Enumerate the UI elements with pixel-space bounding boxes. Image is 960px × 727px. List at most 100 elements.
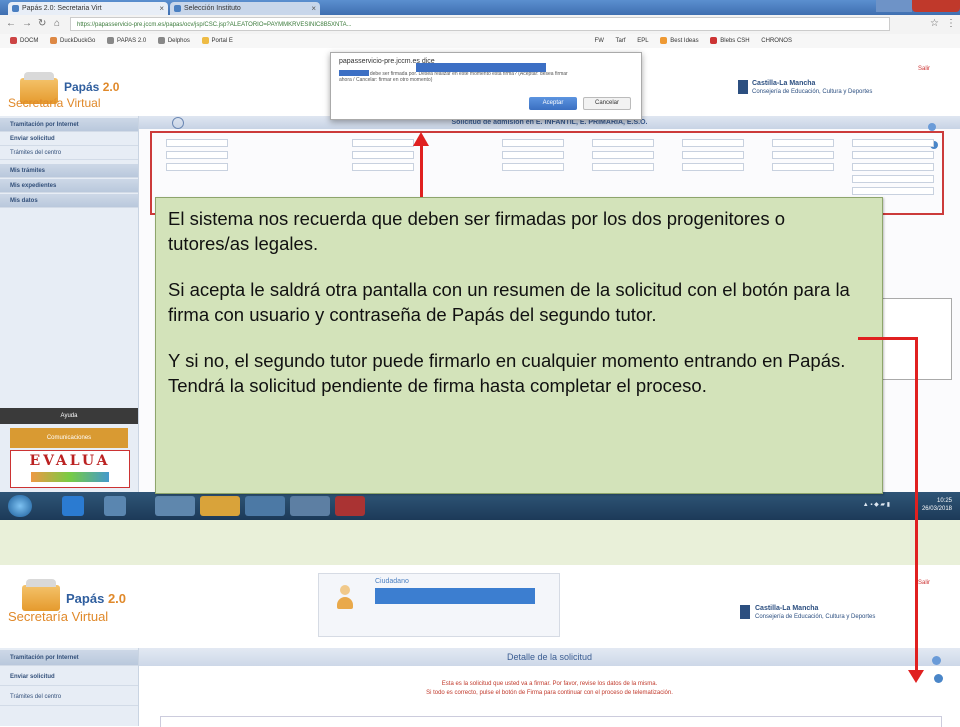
form-cell [852, 151, 934, 159]
redacted-name [339, 70, 369, 76]
form-cell [502, 139, 564, 147]
form-cell [852, 139, 934, 147]
star-icon[interactable]: ☆ [930, 18, 939, 29]
salir-link[interactable]: Salir [918, 580, 930, 586]
sidebar-item-mis-datos[interactable]: Mis datos [0, 194, 138, 208]
close-tab-icon[interactable]: × [311, 2, 316, 15]
salir-link[interactable]: Salir [918, 66, 930, 72]
back-circle-icon[interactable] [172, 117, 184, 129]
accept-button[interactable]: Aceptar [529, 97, 577, 110]
chrome-taskbar-icon[interactable] [200, 496, 240, 516]
bookmark-item[interactable]: CHRONOS [761, 34, 792, 48]
bookmark-item[interactable]: EPL [637, 34, 648, 48]
form-cell [502, 151, 564, 159]
browser-tab-label: Papás 2.0: Secretaria Virt [22, 5, 102, 12]
ayuda-button[interactable]: Ayuda [0, 408, 138, 424]
form-cell [592, 163, 654, 171]
form-cell [682, 151, 744, 159]
bookmark-item[interactable]: Best Ideas [660, 34, 699, 48]
close-tab-icon[interactable]: × [159, 2, 164, 15]
address-bar[interactable]: https://papasservicio-pre.jccm.es/papas/… [70, 17, 890, 31]
form-cell [772, 151, 834, 159]
form-cell [772, 139, 834, 147]
bookmark-item[interactable]: Blebs CSH [710, 34, 750, 48]
form-cell [852, 187, 934, 195]
menu-icon[interactable]: ⋮ [946, 18, 956, 29]
bookmark-item[interactable]: Delphos [157, 34, 190, 48]
window-close-icon[interactable] [912, 0, 960, 12]
form-cell [352, 163, 414, 171]
separator-strip [0, 520, 960, 565]
sidebar-item-enviar[interactable]: Enviar solicitud [0, 668, 138, 686]
browser-tab-bar: Papás 2.0: Secretaria Virt × Selección I… [0, 0, 960, 15]
form-cell [852, 175, 934, 183]
info-line-1: Esta es la solicitud que usted va a firm… [441, 681, 658, 687]
form-cell [502, 163, 564, 171]
word-taskbar-icon[interactable] [155, 496, 195, 516]
form-cell [592, 139, 654, 147]
arrow-line [915, 337, 918, 670]
bookmark-item[interactable]: DuckDuckGo [50, 34, 95, 48]
info-line-2: Si todo es correcto, pulse el botón de F… [426, 690, 673, 696]
window-taskbar-icon[interactable] [290, 496, 330, 516]
callout-paragraph-2: Si acepta le saldrá otra pantalla con un… [168, 279, 850, 325]
ie-icon[interactable] [62, 496, 84, 516]
logo-subtitle: Secretaría Virtual [8, 609, 109, 624]
form-cell [166, 163, 228, 171]
logo-subtitle: Secretaría Virtual [8, 96, 101, 110]
sidebar-item-tramites-centro[interactable]: Trámites del centro [0, 146, 138, 160]
explorer-icon[interactable] [104, 496, 126, 516]
comunicaciones-banner[interactable]: Comunicaciones [10, 428, 128, 448]
back-icon[interactable]: ← [6, 18, 16, 29]
sidebar-2: Tramitación por Internet Enviar solicitu… [0, 648, 139, 726]
dialog-message: Esta solicitud debe ser firmada por. Des… [339, 71, 568, 83]
minimize-maximize-icon[interactable] [876, 0, 912, 12]
clm-logo: Castilla-La Mancha Consejería de Educació… [755, 605, 876, 620]
form-cell [352, 151, 414, 159]
browser-tab-papas[interactable]: Papás 2.0: Secretaria Virt × [8, 2, 168, 15]
sidebar-item-tramitacion[interactable]: Tramitación por Internet [0, 118, 138, 132]
sidebar-item-enviar[interactable]: Enviar solicitud [0, 132, 138, 146]
cancel-button[interactable]: Cancelar [583, 97, 631, 110]
arrow-up-icon [413, 132, 429, 146]
sidebar-item-tramites-centro[interactable]: Trámites del centro [0, 688, 138, 706]
sidebar-item-mis-tramites[interactable]: Mis trámites [0, 164, 138, 178]
sidebar-item-mis-expedientes[interactable]: Mis expedientes [0, 179, 138, 193]
reload-icon[interactable]: ↻ [38, 18, 46, 29]
start-button-icon[interactable] [8, 495, 32, 517]
papas-folder-icon [22, 579, 60, 611]
logo-title: Papás 2.0 [64, 80, 120, 94]
confirm-dialog: papasservicio-pre.jccm.es dice Esta soli… [330, 52, 642, 120]
bookmark-item[interactable]: FW [595, 34, 604, 48]
pdf-taskbar-icon[interactable] [335, 496, 365, 516]
help-print-icon[interactable] [928, 118, 950, 149]
bookmarks-bar: DOCM DuckDuckGo PAPAS 2.0 Delphos Portal… [0, 34, 960, 49]
home-icon[interactable]: ⌂ [54, 18, 60, 29]
system-tray[interactable]: ▲ ▪ ◆ ▰ ▮ [863, 501, 890, 508]
browser-tab-seleccion[interactable]: Selección Instituto × [170, 2, 320, 15]
callout-paragraph-3: Y si no, el segundo tutor puede firmarlo… [168, 350, 846, 396]
evalua-logo-text: EVALUA [29, 453, 111, 469]
bookmark-item[interactable]: Portal E [201, 34, 233, 48]
evalua-banner[interactable]: EVALUA [10, 450, 130, 488]
logo-title: Papás 2.0 [66, 591, 127, 606]
request-detail-box [160, 716, 942, 727]
bookmark-item[interactable]: PAPAS 2.0 [107, 34, 146, 48]
os-taskbar: ▲ ▪ ◆ ▰ ▮ 10:25 26/03/2018 [0, 492, 960, 520]
callout-paragraph-1: El sistema nos recuerda que deben ser fi… [168, 208, 786, 254]
forward-icon[interactable]: → [22, 18, 32, 29]
clm-logo: Castilla-La Mancha Consejería de Educació… [752, 80, 873, 95]
browser-tab-label: Selección Instituto [184, 5, 241, 12]
sidebar-item-tramitacion[interactable]: Tramitación por Internet [0, 650, 138, 666]
form-cell [852, 163, 934, 171]
help-print-icon[interactable] [932, 652, 956, 683]
bookmark-item[interactable]: Tarf [616, 34, 626, 48]
form-cell [166, 139, 228, 147]
page-title-2: Detalle de la solicitud [139, 648, 960, 666]
redacted-username [375, 588, 535, 604]
form-cell [682, 163, 744, 171]
arrow-line [858, 337, 918, 340]
taskbar-clock[interactable]: 10:25 26/03/2018 [922, 497, 952, 513]
window-taskbar-icon[interactable] [245, 496, 285, 516]
bookmark-item[interactable]: DOCM [10, 34, 38, 48]
